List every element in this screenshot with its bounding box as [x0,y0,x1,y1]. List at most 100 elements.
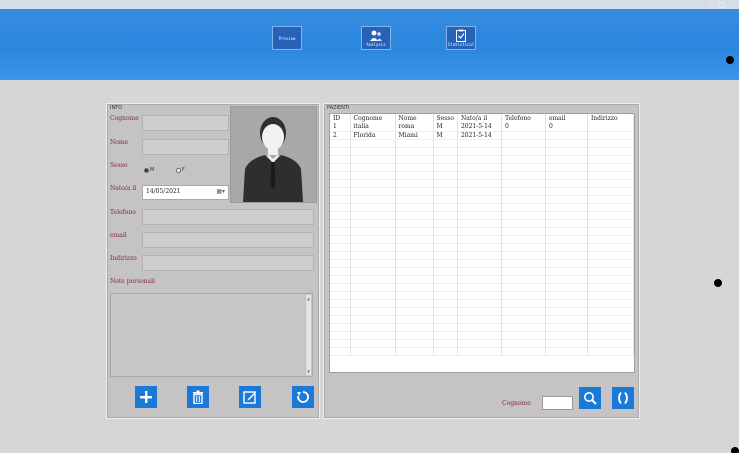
cell-sesso: M [433,123,458,132]
note-personali-textarea[interactable]: ▲ ▼ [110,293,313,377]
empty-table-row [330,187,635,196]
empty-cell [545,179,588,188]
empty-table-row [330,219,635,228]
cell-email: 0 [545,123,588,132]
empty-table-row [330,203,635,212]
col-cognome[interactable]: Cognome [350,114,396,123]
sesso-m-label: M [150,167,155,173]
col-nome[interactable]: Nome [395,114,434,123]
empty-cell [457,227,502,236]
empty-cell [350,163,396,172]
empty-table-row [330,171,635,180]
empty-cell [395,227,434,236]
indirizzo-field[interactable] [142,255,314,271]
scroll-up-icon[interactable]: ▲ [307,296,310,301]
col-nato[interactable]: Nato/a il [457,114,502,123]
col-indirizzo[interactable]: Indirizzo [587,114,635,123]
empty-cell [330,283,351,292]
empty-cell [587,331,635,340]
sesso-label: Sesso [110,162,128,169]
nav-preview-button[interactable]: Preview [272,26,302,50]
sesso-radio-m[interactable]: M [144,167,154,173]
empty-cell [350,299,396,308]
nome-field[interactable] [142,139,229,155]
empty-cell [457,243,502,252]
users-icon [370,30,382,41]
col-sesso[interactable]: Sesso [433,114,458,123]
add-button[interactable] [135,386,157,408]
empty-cell [350,187,396,196]
empty-cell [501,195,546,204]
cell-nato: 2021-5-14 [457,131,502,140]
window-controls[interactable]: ‹ □ – [710,0,735,9]
empty-cell [350,307,396,316]
telefono-field[interactable] [142,209,314,225]
delete-button[interactable] [187,386,209,408]
note-scrollbar[interactable]: ▲ ▼ [305,295,311,375]
empty-cell [587,347,635,356]
search-cognome-input[interactable] [542,396,573,410]
empty-cell [395,219,434,228]
empty-cell [545,323,588,332]
sesso-radio-f[interactable]: F [176,167,185,173]
empty-table-row [330,299,635,308]
calendar-icon[interactable]: ▦▾ [216,188,225,195]
cell-cognome: Florida [350,131,396,140]
empty-cell [433,323,458,332]
col-telefono[interactable]: Telefono [501,114,546,123]
empty-cell [395,203,434,212]
cell-indirizzo [587,123,635,132]
trash-icon [193,390,203,404]
search-button[interactable] [579,387,601,409]
nav-analysis-button[interactable]: Analysis [361,26,391,50]
empty-cell [587,291,635,300]
empty-cell [457,155,502,164]
table-row[interactable]: 2 Florida Miami M 2021-5-14 [330,131,635,140]
empty-cell [457,339,502,348]
empty-cell [350,251,396,260]
empty-cell [545,147,588,156]
empty-cell [330,187,351,196]
nato-date-picker[interactable]: 14/05/2021 ▦▾ [142,185,229,200]
cell-telefono [501,131,546,140]
empty-cell [350,283,396,292]
empty-cell [545,211,588,220]
refresh-button[interactable] [292,386,314,408]
empty-cell [395,259,434,268]
empty-cell [587,251,635,260]
email-field[interactable] [142,232,314,248]
note-label: Note personali [110,278,155,285]
empty-cell [330,211,351,220]
empty-cell [545,339,588,348]
scroll-down-icon[interactable]: ▼ [307,369,310,374]
table-row[interactable]: 1 italia roma M 2021-5-14 0 0 [330,123,635,132]
nato-date-value: 14/05/2021 [146,188,181,195]
empty-cell [587,315,635,324]
cognome-field[interactable] [142,115,229,131]
col-email[interactable]: email [545,114,588,123]
empty-cell [501,275,546,284]
empty-cell [330,227,351,236]
empty-cell [350,139,396,148]
empty-cell [395,283,434,292]
empty-table-row [330,259,635,268]
table-header-row: ID Cognome Nome Sesso Nato/a il Telefono… [330,114,635,123]
info-panel: INFO Cognome Nome Sesso M F Nato/a il 14… [106,103,320,419]
empty-table-row [330,275,635,284]
empty-cell [545,219,588,228]
empty-cell [433,235,458,244]
col-id[interactable]: ID [330,114,351,123]
empty-cell [350,235,396,244]
patient-photo[interactable] [230,106,317,203]
reset-search-button[interactable] [612,387,634,409]
empty-cell [501,299,546,308]
empty-cell [501,347,546,356]
empty-table-rows [330,139,635,356]
empty-cell [457,179,502,188]
nav-statistical-button[interactable]: Statistical [446,26,476,50]
edit-button[interactable] [239,386,261,408]
empty-cell [330,203,351,212]
empty-cell [545,187,588,196]
patients-table[interactable]: ID Cognome Nome Sesso Nato/a il Telefono… [329,113,635,373]
empty-cell [457,195,502,204]
